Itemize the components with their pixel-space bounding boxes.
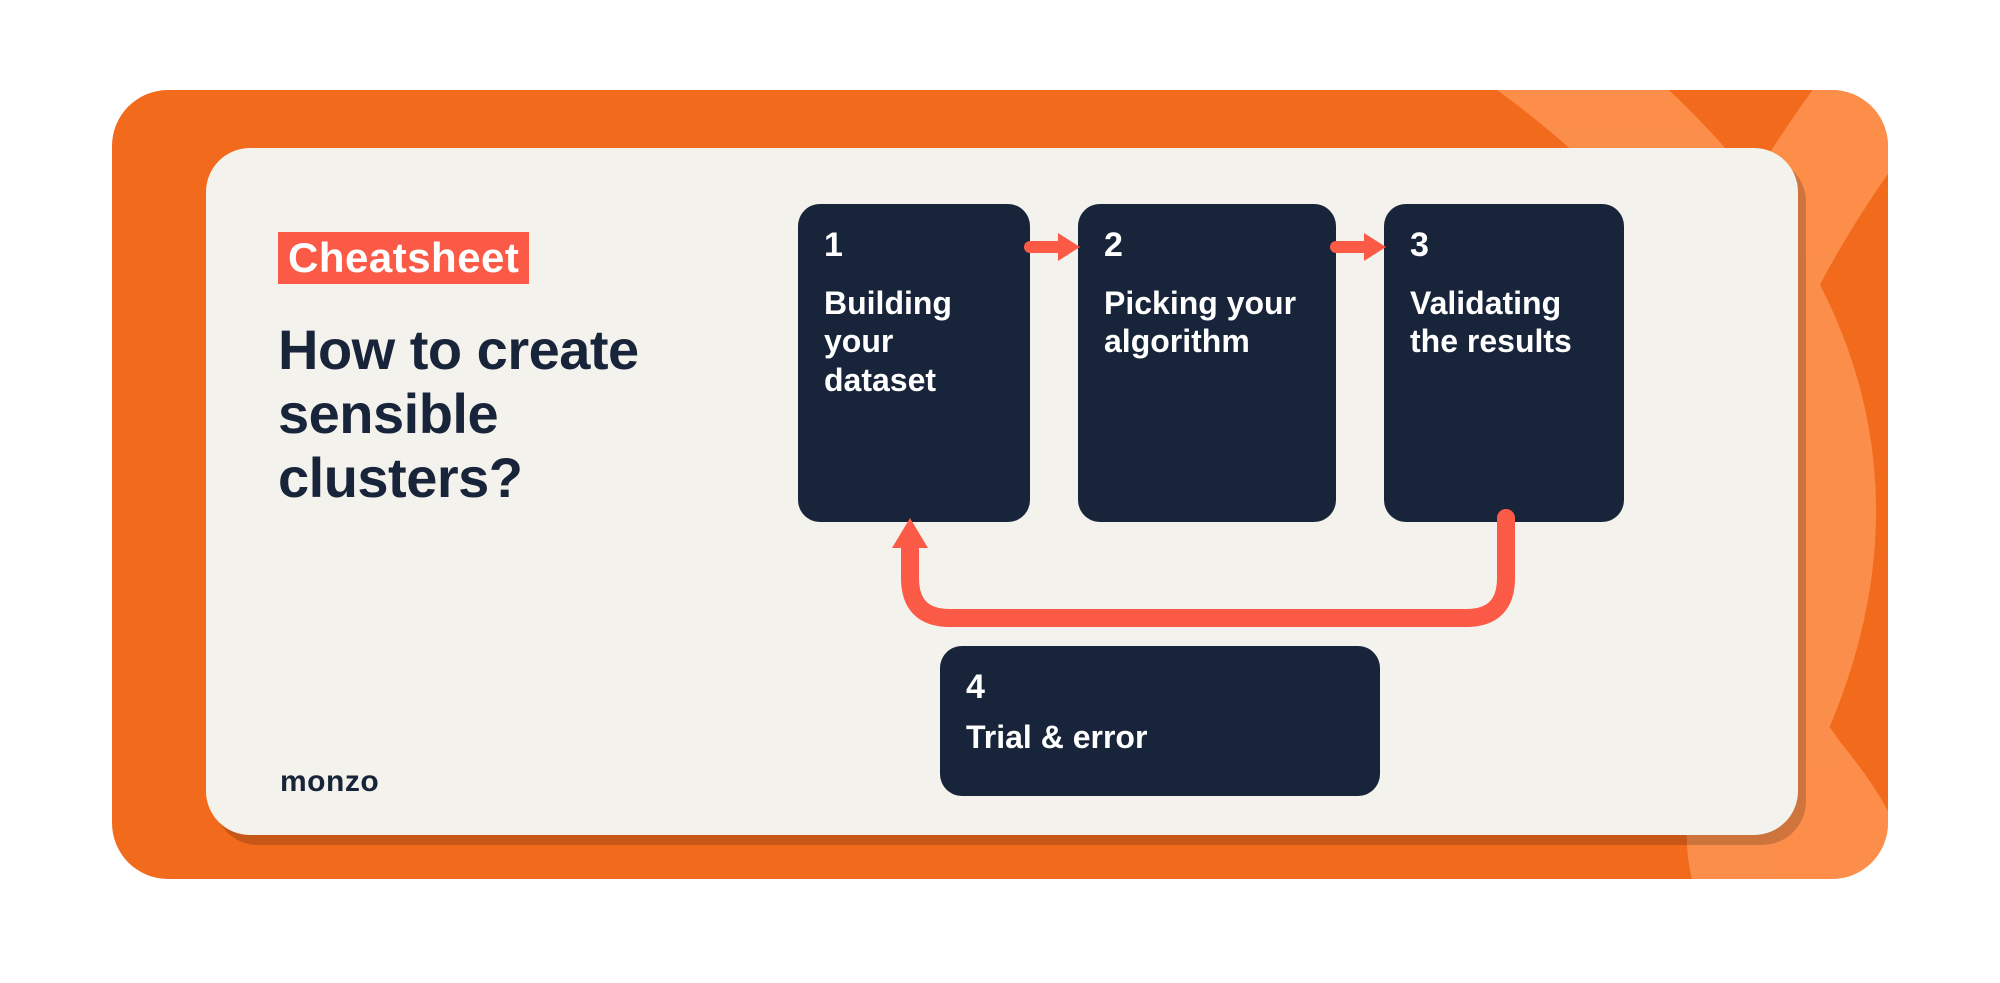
step-card-4: 4 Trial & error	[940, 646, 1380, 796]
brand-logo: monzo	[280, 765, 379, 799]
diagram-area: 1 Building your dataset 2 Picking your a…	[738, 204, 1734, 789]
arrow-right-icon	[1334, 230, 1388, 264]
outer-panel: Cheatsheet How to create sensible cluste…	[112, 90, 1888, 879]
cheatsheet-tag: Cheatsheet	[278, 232, 529, 284]
step-number: 4	[966, 670, 1354, 704]
step-card-2: 2 Picking your algorithm	[1078, 204, 1336, 522]
step-label: Trial & error	[966, 718, 1354, 756]
step-label: Validating the results	[1410, 284, 1598, 361]
step-number: 1	[824, 228, 1004, 262]
step-number: 2	[1104, 228, 1310, 262]
arrow-right-icon	[1028, 230, 1082, 264]
step-card-3: 3 Validating the results	[1384, 204, 1624, 522]
step-label: Picking your algorithm	[1104, 284, 1310, 361]
left-column: Cheatsheet How to create sensible cluste…	[278, 204, 738, 789]
step-label: Building your dataset	[824, 284, 1004, 399]
step-number: 3	[1410, 228, 1598, 262]
step-card-1: 1 Building your dataset	[798, 204, 1030, 522]
cheatsheet-card: Cheatsheet How to create sensible cluste…	[206, 148, 1798, 835]
page-title: How to create sensible clusters?	[278, 318, 738, 509]
